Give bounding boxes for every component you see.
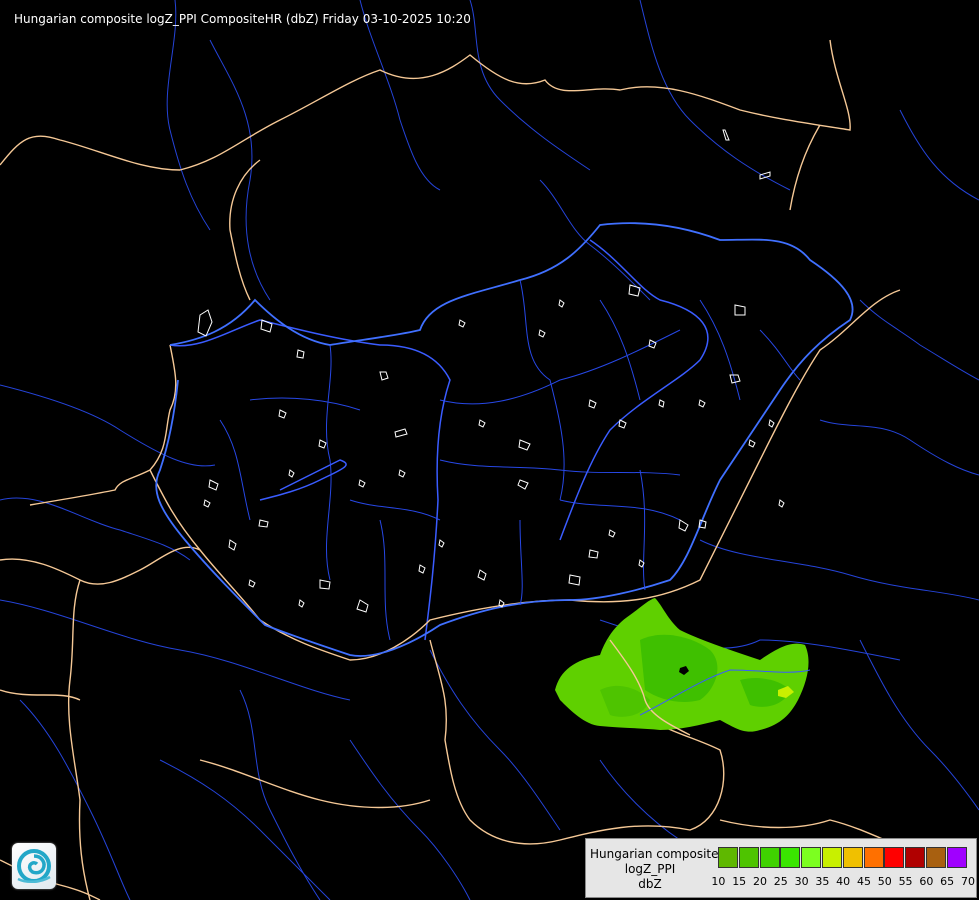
legend-swatch-10 [718, 847, 738, 868]
legend-caption: Hungarian composite logZ_PPI dbZ [590, 847, 719, 892]
legend-tick-40: 40 [836, 875, 851, 888]
legend-tick-60: 60 [919, 875, 934, 888]
map-title: Hungarian composite logZ_PPI CompositeHR… [14, 12, 471, 26]
legend-swatch-25 [780, 847, 801, 868]
weather-service-logo-icon [12, 843, 56, 889]
legend-swatch-55 [905, 847, 926, 868]
legend-product: logZ_PPI [624, 862, 676, 876]
legend-tick-25: 25 [773, 875, 788, 888]
legend-title: Hungarian composite [590, 847, 719, 861]
legend-tick-55: 55 [898, 875, 913, 888]
legend-swatches [718, 847, 968, 868]
legend-swatch-65 [946, 847, 967, 868]
legend-tick-15: 15 [732, 875, 747, 888]
legend-tick-70: 70 [960, 875, 975, 888]
legend-tick-30: 30 [794, 875, 809, 888]
legend-unit: dbZ [638, 877, 662, 891]
legend-swatch-20 [759, 847, 780, 868]
legend-tick-65: 65 [940, 875, 955, 888]
legend-swatch-15 [738, 847, 759, 868]
radar-map [0, 0, 979, 900]
legend-swatch-40 [842, 847, 863, 868]
legend-swatch-30 [801, 847, 822, 868]
dbz-legend: Hungarian composite logZ_PPI dbZ 10 15 20 2… [585, 838, 977, 898]
legend-swatch-45 [863, 847, 884, 868]
legend-tick-50: 50 [877, 875, 892, 888]
legend-tick-35: 35 [815, 875, 830, 888]
legend-tick-20: 20 [752, 875, 767, 888]
legend-swatch-60 [925, 847, 946, 868]
legend-tick-10: 10 [711, 875, 726, 888]
legend-ticks: 10 15 20 25 30 35 40 45 50 55 60 65 70 [708, 875, 978, 888]
legend-tick-45: 45 [856, 875, 871, 888]
legend-swatch-50 [884, 847, 905, 868]
legend-swatch-35 [821, 847, 842, 868]
